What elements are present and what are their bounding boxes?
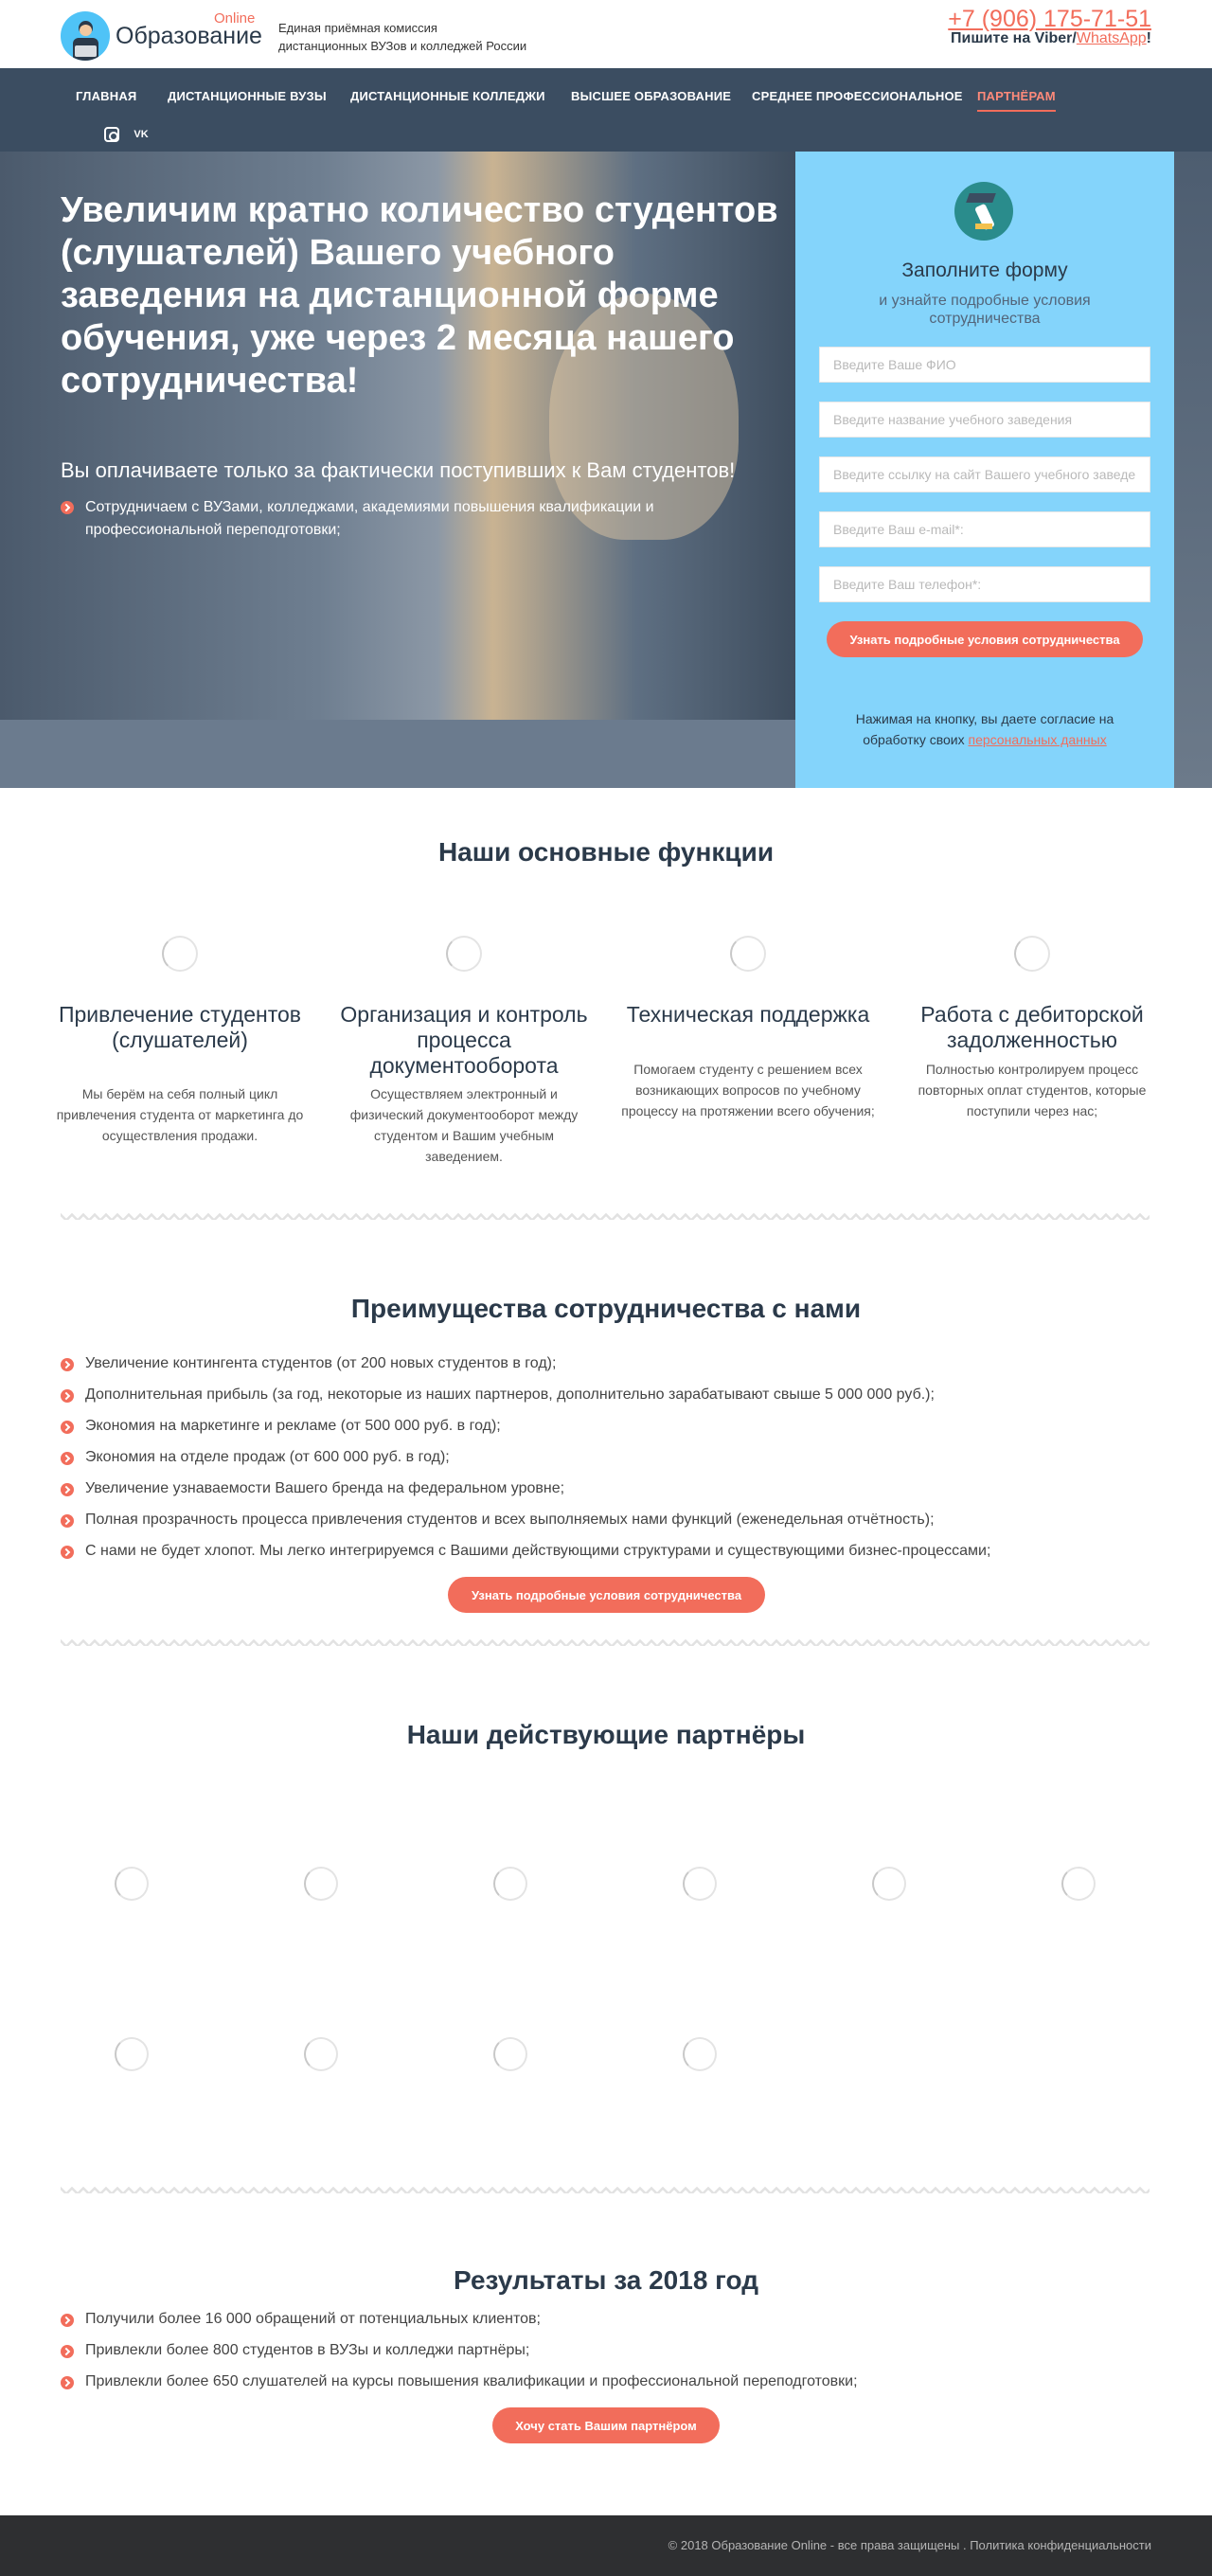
advantages-cta-button[interactable]: Узнать подробные условия сотрудничества bbox=[448, 1577, 765, 1613]
bullet-chevron-icon bbox=[61, 1421, 74, 1434]
advantages-title: Преимущества сотрудничества с нами bbox=[350, 1294, 862, 1323]
tagline-line-1: Единая приёмная комиссия bbox=[278, 21, 437, 35]
messenger-prefix: Пишите на Viber/ bbox=[950, 30, 1077, 46]
become-partner-button[interactable]: Хочу стать Вашим партнёром bbox=[492, 2407, 720, 2443]
instagram-icon[interactable] bbox=[104, 127, 119, 142]
nav-item-main[interactable]: ГЛАВНАЯ bbox=[76, 89, 136, 103]
advantage-item: С нами не будет хлопот. Мы легко интегри… bbox=[85, 1543, 991, 1559]
bullet-chevron-icon bbox=[61, 1546, 74, 1559]
partner-logo[interactable] bbox=[493, 1867, 527, 1901]
lead-form: Заполните форму и узнайте подробные усло… bbox=[795, 152, 1174, 788]
email-field[interactable] bbox=[819, 511, 1150, 547]
hero-subtitle: Вы оплачиваете только за фактически пост… bbox=[61, 458, 736, 482]
site-footer: © 2018 Образование Online - все права за… bbox=[0, 2515, 1212, 2576]
function-title-1: Привлечение студентов (слушателей) bbox=[58, 1002, 302, 1052]
footer-copyright: © 2018 Образование Online - все права за… bbox=[668, 2538, 1151, 2552]
bullet-chevron-icon bbox=[61, 2376, 74, 2389]
advantage-item: Увеличение контингента студентов (от 200… bbox=[85, 1355, 557, 1371]
logo-icon[interactable] bbox=[61, 11, 110, 61]
nav-item-distance-universities[interactable]: ДИСТАНЦИОННЫЕ ВУЗЫ bbox=[168, 89, 327, 103]
bullet-chevron-icon bbox=[61, 1452, 74, 1465]
functions-title: Наши основные функции bbox=[437, 837, 775, 867]
bullet-chevron-icon bbox=[61, 1514, 74, 1528]
tagline: Единая приёмная комиссия дистанционных В… bbox=[278, 19, 526, 55]
result-item: Привлекли более 800 студентов в ВУЗы и к… bbox=[85, 2342, 530, 2358]
full-name-field[interactable] bbox=[819, 347, 1150, 383]
hero-title: Увеличим кратно количество студентов (сл… bbox=[61, 190, 778, 401]
bullet-chevron-icon bbox=[61, 1483, 74, 1496]
function-text-1: Мы берём на себя полный цикл привлечения… bbox=[56, 1086, 304, 1143]
form-subtitle: и узнайте подробные условия сотрудничест… bbox=[879, 293, 1091, 327]
whatsapp-link[interactable]: WhatsApp bbox=[1077, 30, 1147, 46]
function-icon-1 bbox=[162, 936, 198, 972]
bullet-chevron-icon bbox=[61, 1389, 74, 1403]
partner-logo[interactable] bbox=[683, 1867, 717, 1901]
result-item: Привлекли более 650 слушателей на курсы … bbox=[85, 2373, 858, 2389]
partner-logo[interactable] bbox=[493, 2037, 527, 2071]
function-title-4: Работа с дебиторской задолженностью bbox=[920, 1002, 1144, 1052]
advantage-item: Увеличение узнаваемости Вашего бренда на… bbox=[85, 1480, 565, 1496]
function-icon-4 bbox=[1014, 936, 1050, 972]
messenger-suffix: ! bbox=[1146, 30, 1151, 46]
messenger-note: Пишите на Viber/WhatsApp! bbox=[951, 30, 1151, 47]
nav-item-partners[interactable]: ПАРТНЁРАМ bbox=[977, 89, 1056, 112]
nav-item-distance-colleges[interactable]: ДИСТАНЦИОННЫЕ КОЛЛЕДЖИ bbox=[350, 89, 545, 103]
advantage-item: Дополнительная прибыль (за год, некоторы… bbox=[85, 1386, 935, 1403]
function-text-2: Осуществляем электронный и физический до… bbox=[349, 1086, 579, 1164]
bullet-chevron-icon bbox=[61, 2345, 74, 2358]
result-item: Получили более 16 000 обращений от потен… bbox=[85, 2311, 541, 2327]
partner-logo[interactable] bbox=[1061, 1867, 1096, 1901]
function-icon-3 bbox=[730, 936, 766, 972]
main-nav: ГЛАВНАЯ ДИСТАНЦИОННЫЕ ВУЗЫ ДИСТАНЦИОННЫЕ… bbox=[0, 68, 1212, 152]
consent-note: Нажимая на кнопку, вы даете согласие на … bbox=[833, 708, 1136, 750]
bullet-chevron-icon bbox=[61, 1358, 74, 1371]
partner-logo[interactable] bbox=[304, 2037, 338, 2071]
form-title: Заполните форму bbox=[901, 259, 1068, 281]
function-text-4: Полностью контролируем процесс повторных… bbox=[918, 1062, 1147, 1118]
personal-data-link[interactable]: персональных данных bbox=[968, 732, 1106, 747]
institution-website-field[interactable] bbox=[819, 456, 1150, 492]
section-divider bbox=[61, 1635, 1150, 1646]
partner-logo[interactable] bbox=[683, 2037, 717, 2071]
nav-item-higher-education[interactable]: ВЫСШЕЕ ОБРАЗОВАНИЕ bbox=[571, 89, 731, 103]
form-submit-button[interactable]: Узнать подробные условия сотрудничества bbox=[827, 621, 1143, 657]
site-header: Online Образование Единая приёмная комис… bbox=[0, 0, 1212, 68]
partner-logo[interactable] bbox=[872, 1867, 906, 1901]
partners-title: Наши действующие партнёры bbox=[406, 1720, 806, 1749]
partner-logo[interactable] bbox=[115, 2037, 149, 2071]
section-divider bbox=[61, 1208, 1150, 1220]
function-text-3: Помогаем студенту с решением всех возник… bbox=[621, 1062, 875, 1118]
section-divider bbox=[61, 2182, 1150, 2193]
function-title-3: Техническая поддержка bbox=[626, 1002, 870, 1027]
hero-point: Сотрудничаем с ВУЗами, колледжами, акаде… bbox=[85, 499, 654, 538]
partner-logo[interactable] bbox=[304, 1867, 338, 1901]
brand-name[interactable]: Образование bbox=[116, 23, 262, 50]
tagline-line-2: дистанционных ВУЗов и колледжей России bbox=[278, 39, 527, 53]
partner-logo[interactable] bbox=[115, 1867, 149, 1901]
hero-section: Увеличим кратно количество студентов (сл… bbox=[0, 152, 1212, 788]
advantage-item: Экономия на отделе продаж (от 600 000 ру… bbox=[85, 1449, 450, 1465]
phone-link[interactable]: +7 (906) 175-71-51 bbox=[948, 6, 1151, 33]
hero-background-strip bbox=[0, 720, 795, 788]
bullet-chevron-icon bbox=[61, 501, 74, 514]
function-title-2: Организация и контроль процесса документ… bbox=[340, 1002, 588, 1078]
advantage-item: Экономия на маркетинге и рекламе (от 500… bbox=[85, 1418, 501, 1434]
nav-item-secondary-professional[interactable]: СРЕДНЕЕ ПРОФЕССИОНАЛЬНОЕ bbox=[752, 89, 963, 103]
function-icon-2 bbox=[446, 936, 482, 972]
graduation-diploma-icon bbox=[954, 182, 1013, 241]
vk-icon[interactable]: VK bbox=[134, 127, 149, 142]
bullet-chevron-icon bbox=[61, 2314, 74, 2327]
phone-field[interactable] bbox=[819, 566, 1150, 602]
advantage-item: Полная прозрачность процесса привлечения… bbox=[85, 1512, 935, 1528]
hero-background-edge bbox=[1174, 152, 1212, 788]
institution-name-field[interactable] bbox=[819, 402, 1150, 438]
results-title: Результаты за 2018 год bbox=[454, 2265, 758, 2295]
